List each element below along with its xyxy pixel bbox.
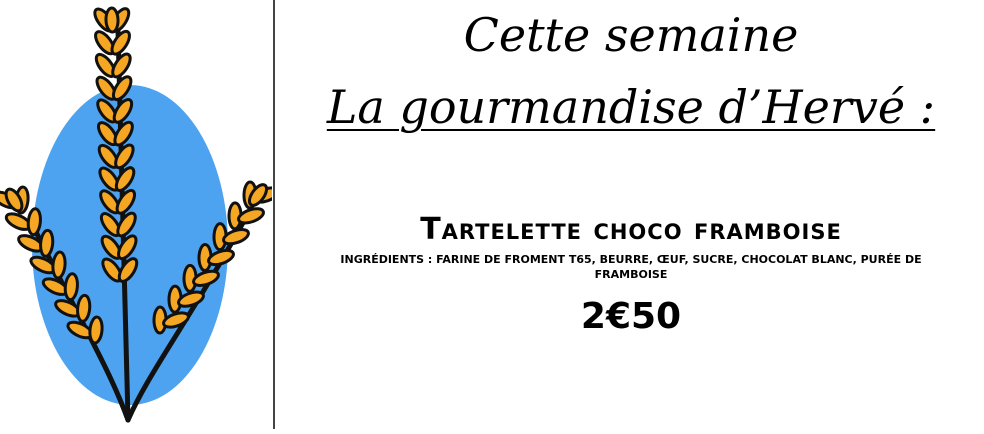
wheat-kernel (51, 250, 67, 280)
product-price: 2€50 (580, 296, 682, 337)
wheat-kernel (104, 6, 120, 34)
wheat-icon (0, 6, 280, 423)
heading-title: La gourmandise d’Hervé : (278, 78, 984, 136)
wheat-kernel (76, 293, 92, 323)
wheat-kernel (39, 228, 55, 258)
vertical-divider (273, 0, 275, 429)
wheat-kernel (26, 207, 42, 237)
heading-this-week: Cette semaine (463, 8, 799, 62)
wheat-logo (0, 0, 280, 429)
wheat-kernel (63, 272, 79, 302)
announcement: Cette semaine La gourmandise d’Hervé : T… (278, 0, 984, 429)
heading-title-text: La gourmandise d’Hervé : (326, 80, 936, 134)
wheat-kernel (88, 315, 104, 345)
product-name: Tartelette choco framboise (420, 212, 842, 247)
product-ingredients: Ingrédients : farine de froment T65, beu… (340, 253, 922, 281)
wheat-kernel (111, 52, 132, 79)
